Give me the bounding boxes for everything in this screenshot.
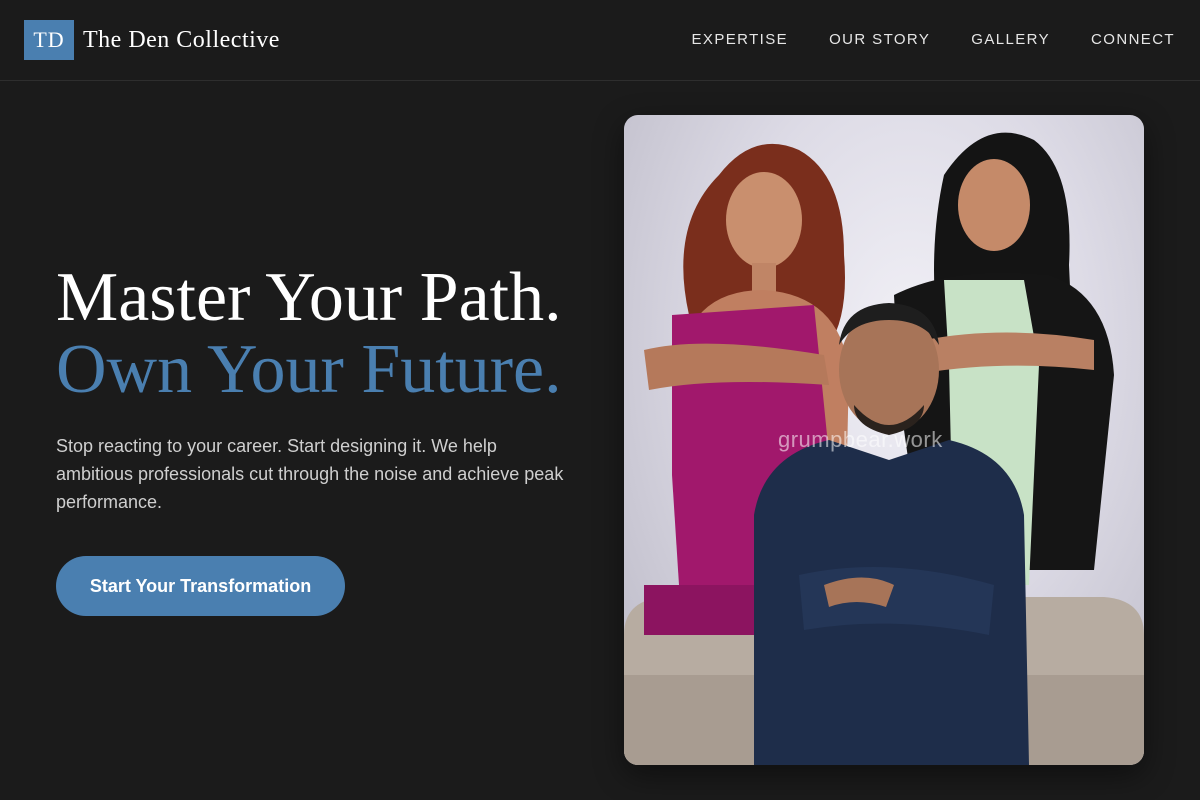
- hero-title: Master Your Path. Own Your Future.: [56, 262, 616, 406]
- start-transformation-button[interactable]: Start Your Transformation: [56, 556, 345, 616]
- logo-mark[interactable]: TD: [24, 20, 74, 60]
- hero-title-line-1: Master Your Path.: [56, 259, 562, 336]
- nav-link-connect[interactable]: CONNECT: [1091, 29, 1175, 51]
- nav-link-gallery[interactable]: GALLERY: [971, 29, 1050, 51]
- main-nav: EXPERTISE OUR STORY GALLERY CONNECT: [692, 29, 1175, 51]
- image-watermark: grumpbear.work: [778, 427, 943, 452]
- hero-title-line-2: Own Your Future.: [56, 331, 562, 408]
- hero-subtitle: Stop reacting to your career. Start desi…: [56, 436, 564, 512]
- site-header: TD The Den Collective EXPERTISE OUR STOR…: [0, 0, 1200, 81]
- brand-name[interactable]: The Den Collective: [83, 24, 280, 56]
- team-photo: grumpbear.work: [624, 115, 1144, 765]
- nav-link-our-story[interactable]: OUR STORY: [829, 29, 930, 51]
- nav-link-expertise[interactable]: EXPERTISE: [692, 29, 789, 51]
